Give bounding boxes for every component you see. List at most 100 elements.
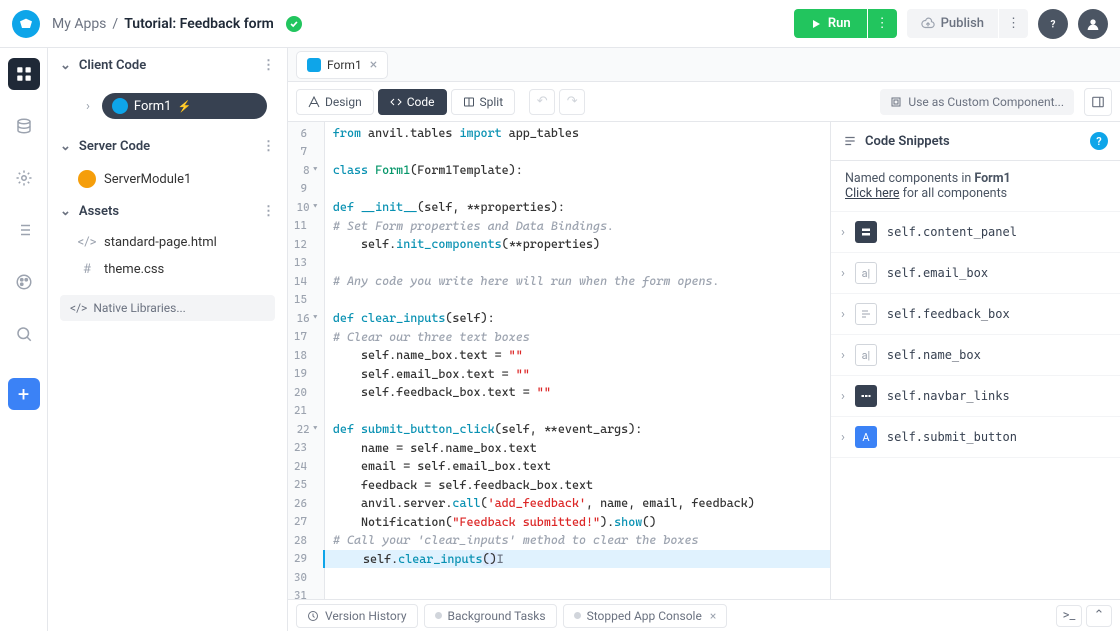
code-line[interactable]: def __init__(self, **properties): bbox=[325, 198, 830, 217]
code-line[interactable]: anvil.server.call('add_feedback', name, … bbox=[325, 494, 830, 513]
code-line[interactable]: # Set Form properties and Data Bindings. bbox=[325, 217, 830, 236]
chevron-right-icon: › bbox=[841, 266, 845, 281]
code-line[interactable]: self.email_box.text = "" bbox=[325, 365, 830, 384]
use-as-custom-component[interactable]: Use as Custom Component... bbox=[880, 89, 1074, 115]
code-line[interactable]: self.init_components(**properties) bbox=[325, 235, 830, 254]
gutter-line: 21 bbox=[288, 402, 324, 421]
run-button[interactable]: Run bbox=[794, 9, 867, 38]
code-line[interactable]: class Form1(Form1Template): bbox=[325, 161, 830, 180]
nav-search[interactable] bbox=[8, 318, 40, 350]
close-icon[interactable]: × bbox=[710, 609, 716, 623]
nav-app-browser[interactable] bbox=[8, 58, 40, 90]
snippet-item[interactable]: › self.navbar_links bbox=[831, 376, 1120, 417]
gutter-line: 22▾ bbox=[288, 420, 324, 439]
tab-background-tasks[interactable]: Background Tasks bbox=[424, 604, 557, 628]
fold-icon[interactable]: ▾ bbox=[313, 424, 318, 434]
code-line[interactable] bbox=[325, 254, 830, 273]
help-button[interactable]: ? bbox=[1038, 9, 1068, 39]
snippet-name: self.content_panel bbox=[887, 225, 1017, 239]
tab-version-history[interactable]: Version History bbox=[296, 604, 418, 628]
code-line[interactable] bbox=[325, 402, 830, 421]
chevron-down-icon: ⌄ bbox=[60, 139, 71, 154]
mode-design[interactable]: Design bbox=[296, 89, 374, 115]
nav-theme[interactable] bbox=[8, 266, 40, 298]
breadcrumb-app[interactable]: Tutorial: Feedback form bbox=[124, 16, 274, 32]
snippets-header: Code Snippets ? bbox=[831, 122, 1120, 161]
help-icon[interactable]: ? bbox=[1090, 132, 1108, 150]
snippet-item[interactable]: ›Aself.submit_button bbox=[831, 417, 1120, 458]
mode-split[interactable]: Split bbox=[451, 89, 516, 115]
nav-database[interactable] bbox=[8, 110, 40, 142]
code-line[interactable]: # Call your 'clear_inputs' method to cle… bbox=[325, 531, 830, 550]
snippet-item[interactable]: ›a|self.email_box bbox=[831, 253, 1120, 294]
code-line[interactable]: from anvil.tables import app_tables bbox=[325, 124, 830, 143]
snippet-item[interactable]: ›a|self.name_box bbox=[831, 335, 1120, 376]
lightning-icon: ⚡ bbox=[177, 100, 191, 113]
code-editor[interactable]: 678▾910▾111213141516▾171819202122▾232425… bbox=[288, 122, 830, 599]
mode-code[interactable]: Code bbox=[378, 89, 447, 115]
fold-icon[interactable]: ▾ bbox=[313, 202, 318, 212]
publish-dropdown[interactable]: ⋮ bbox=[999, 9, 1028, 38]
gutter-line: 28 bbox=[288, 531, 324, 550]
collapse-button[interactable]: ⌃ bbox=[1086, 605, 1112, 627]
run-dropdown[interactable]: ⋮ bbox=[868, 9, 897, 38]
tree-server-module[interactable]: ServerModule1 bbox=[48, 164, 287, 194]
console-prompt-button[interactable]: >_ bbox=[1056, 605, 1082, 627]
topbar: My Apps / Tutorial: Feedback form Run ⋮ … bbox=[0, 0, 1120, 48]
hash-icon: # bbox=[78, 262, 96, 277]
code-line[interactable] bbox=[325, 143, 830, 162]
code-line[interactable]: def submit_button_click(self, **event_ar… bbox=[325, 420, 830, 439]
app-browser-sidebar: ⌄ Client Code ⋮ › Form1 ⚡ ⌄ Server Code … bbox=[48, 48, 288, 631]
close-icon[interactable]: × bbox=[370, 57, 377, 73]
code-line[interactable] bbox=[325, 587, 830, 600]
anvil-logo[interactable] bbox=[12, 10, 40, 38]
gutter-line: 15 bbox=[288, 291, 324, 310]
tree-asset-css[interactable]: # theme.css bbox=[48, 256, 287, 283]
snippet-item[interactable]: ›self.content_panel bbox=[831, 212, 1120, 253]
nav-forward[interactable]: ↷ bbox=[559, 89, 585, 115]
tab-form1[interactable]: Form1 × bbox=[296, 51, 388, 79]
code-line[interactable]: self.clear_inputs() I bbox=[323, 550, 830, 569]
snippet-name: self.name_box bbox=[887, 348, 981, 362]
code-line[interactable]: self.feedback_box.text = "" bbox=[325, 383, 830, 402]
nav-list[interactable] bbox=[8, 214, 40, 246]
code-line[interactable]: feedback = self.feedback_box.text bbox=[325, 476, 830, 495]
code-line[interactable] bbox=[325, 291, 830, 310]
code-line[interactable]: # Any code you write here will run when … bbox=[325, 272, 830, 291]
code-line[interactable] bbox=[325, 568, 830, 587]
chevron-right-icon: › bbox=[841, 389, 845, 404]
more-icon[interactable]: ⋮ bbox=[262, 139, 275, 154]
nav-back[interactable]: ↶ bbox=[529, 89, 555, 115]
snippet-item[interactable]: ›self.feedback_box bbox=[831, 294, 1120, 335]
tree-asset-html[interactable]: </> standard-page.html bbox=[48, 229, 287, 256]
tree-form1[interactable]: › Form1 ⚡ bbox=[56, 87, 279, 125]
code-line[interactable]: def clear_inputs(self): bbox=[325, 309, 830, 328]
code-line[interactable]: Notification("Feedback submitted!").show… bbox=[325, 513, 830, 532]
snippets-all-link[interactable]: Click here bbox=[845, 186, 899, 201]
code-line[interactable]: self.name_box.text = "" bbox=[325, 346, 830, 365]
code-line[interactable]: # Clear our three text boxes bbox=[325, 328, 830, 347]
code-line[interactable] bbox=[325, 180, 830, 199]
chevron-down-icon: ⌄ bbox=[60, 204, 71, 219]
code-line[interactable]: name = self.name_box.text bbox=[325, 439, 830, 458]
snippet-name: self.navbar_links bbox=[887, 389, 1010, 403]
native-libraries-button[interactable]: </> Native Libraries... bbox=[60, 295, 275, 321]
nav-settings[interactable] bbox=[8, 162, 40, 194]
section-server-code[interactable]: ⌄ Server Code ⋮ bbox=[48, 129, 287, 164]
nav-add-button[interactable]: + bbox=[8, 378, 40, 410]
gutter-line: 29 bbox=[288, 550, 324, 569]
breadcrumb-root[interactable]: My Apps bbox=[52, 16, 106, 32]
tab-app-console[interactable]: Stopped App Console × bbox=[563, 604, 728, 628]
publish-button[interactable]: Publish bbox=[907, 9, 998, 38]
section-assets[interactable]: ⌄ Assets ⋮ bbox=[48, 194, 287, 229]
toggle-snippets-panel[interactable] bbox=[1084, 88, 1112, 116]
gutter-line: 23 bbox=[288, 439, 324, 458]
section-client-code[interactable]: ⌄ Client Code ⋮ bbox=[48, 48, 287, 83]
code-line[interactable]: email = self.email_box.text bbox=[325, 457, 830, 476]
account-button[interactable] bbox=[1078, 9, 1108, 39]
fold-icon[interactable]: ▾ bbox=[313, 313, 318, 323]
more-icon[interactable]: ⋮ bbox=[262, 58, 275, 73]
editor-area: Form1 × Design Code Split ↶ bbox=[288, 48, 1120, 631]
fold-icon[interactable]: ▾ bbox=[313, 165, 318, 175]
more-icon[interactable]: ⋮ bbox=[262, 204, 275, 219]
